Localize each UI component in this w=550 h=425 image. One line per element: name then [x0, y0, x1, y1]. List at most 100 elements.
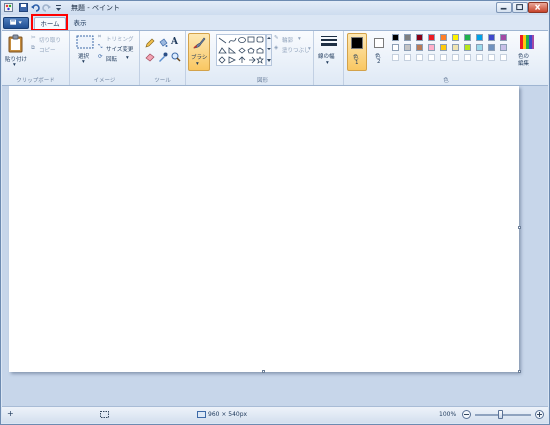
palette-color-swatch[interactable]: [476, 44, 483, 51]
color2-button[interactable]: 色 2: [371, 33, 389, 71]
magnifier-icon[interactable]: [171, 52, 181, 62]
outline-button[interactable]: ✎ 輪郭 ▾: [274, 35, 312, 44]
edit-colors-button[interactable]: 色の 編集: [514, 33, 542, 75]
palette-color-swatch[interactable]: [416, 34, 423, 41]
save-icon[interactable]: [19, 3, 28, 12]
zoom-out-icon[interactable]: [462, 410, 471, 419]
colors-group: 色 1 色 2 色の 編集 色: [344, 31, 548, 85]
brush-dropdown-arrow: ▾: [196, 61, 199, 67]
canvas-workspace[interactable]: [2, 86, 548, 406]
palette-empty-swatch[interactable]: [440, 54, 447, 61]
palette-color-swatch[interactable]: [440, 34, 447, 41]
paint-window: 無題 - ペイント ホーム 表示 貼り付け ▾ ✂ 切り取り ⧉ コピー クリッ…: [0, 0, 550, 425]
tab-view[interactable]: 表示: [69, 17, 91, 30]
shapes-group: ✎ 輪郭 ▾ ◈ 塗りつぶし ▾ 図形: [212, 31, 314, 85]
crop-button[interactable]: ⌗ トリミング: [98, 34, 140, 43]
paint-app-icon: [4, 3, 13, 12]
palette-color-swatch[interactable]: [440, 44, 447, 51]
zoom-slider-track[interactable]: [475, 414, 531, 416]
rotate-dropdown-arrow[interactable]: ▾: [126, 55, 129, 61]
close-button[interactable]: [528, 2, 548, 13]
palette-empty-swatch[interactable]: [392, 54, 399, 61]
status-bar: + 960 × 540px 100%: [2, 406, 548, 423]
palette-color-swatch[interactable]: [404, 44, 411, 51]
shapes-gallery-scroll[interactable]: [266, 34, 272, 66]
palette-color-swatch[interactable]: [488, 44, 495, 51]
undo-icon[interactable]: [31, 3, 40, 12]
drawing-canvas[interactable]: [9, 86, 519, 372]
cut-button[interactable]: ✂ 切り取り: [31, 35, 69, 44]
image-dimensions: 960 × 540px: [208, 411, 248, 418]
maximize-icon: [516, 4, 523, 11]
palette-empty-swatch[interactable]: [488, 54, 495, 61]
size-button[interactable]: 線の幅 ▾: [316, 33, 342, 71]
maximize-button[interactable]: [512, 2, 528, 13]
palette-color-swatch[interactable]: [464, 44, 471, 51]
color1-button[interactable]: 色 1: [347, 33, 367, 71]
palette-color-swatch[interactable]: [476, 34, 483, 41]
outline-icon: ✎: [274, 35, 279, 41]
brush-icon: [193, 37, 206, 49]
scissors-icon: ✂: [31, 35, 36, 41]
shapes-gallery[interactable]: [216, 34, 266, 66]
palette-empty-swatch[interactable]: [452, 54, 459, 61]
color2-number: 2: [377, 59, 381, 65]
palette-color-swatch[interactable]: [404, 34, 411, 41]
copy-button[interactable]: ⧉ コピー: [31, 45, 69, 54]
crop-icon: ⌗: [98, 34, 102, 40]
redo-icon[interactable]: [42, 3, 51, 12]
resize-button[interactable]: ⤡ サイズ変更: [98, 44, 140, 53]
line-width-icon: [321, 36, 337, 46]
resize-handle-right[interactable]: [518, 226, 521, 229]
palette-color-swatch[interactable]: [500, 44, 507, 51]
size-group: 線の幅 ▾: [314, 31, 344, 85]
copy-label: コピー: [39, 48, 56, 54]
eraser-icon[interactable]: [145, 52, 155, 62]
color-picker-icon[interactable]: [158, 52, 168, 62]
shapes-gallery-icons: [218, 36, 264, 64]
palette-empty-swatch[interactable]: [464, 54, 471, 61]
palette-empty-swatch[interactable]: [404, 54, 411, 61]
edit-colors-label-line2: 編集: [518, 61, 530, 67]
paste-button[interactable]: 貼り付け ▾: [5, 33, 27, 69]
qat-customize-icon[interactable]: [54, 3, 63, 12]
zoom-in-icon[interactable]: [535, 410, 544, 419]
resize-handle-corner[interactable]: [518, 370, 521, 373]
fill-icon: ◈: [274, 45, 279, 51]
palette-color-swatch[interactable]: [392, 44, 399, 51]
palette-color-swatch[interactable]: [428, 44, 435, 51]
palette-color-swatch[interactable]: [416, 44, 423, 51]
palette-color-swatch[interactable]: [452, 34, 459, 41]
palette-color-swatch[interactable]: [464, 34, 471, 41]
color-palette: [392, 34, 520, 74]
ribbon-tab-row: ホーム 表示: [1, 15, 549, 30]
application-menu-button[interactable]: [3, 17, 29, 29]
palette-color-swatch[interactable]: [452, 44, 459, 51]
fill-button[interactable]: ◈ 塗りつぶし ▾: [274, 45, 314, 54]
copy-icon: ⧉: [31, 45, 35, 51]
image-group-label: イメージ: [93, 78, 116, 84]
image-group: 選択 ▾ ⌗ トリミング ⤡ サイズ変更 ⟳ 回転 ▾ イメージ: [70, 31, 140, 85]
text-tool-icon[interactable]: A: [171, 37, 178, 47]
palette-color-swatch[interactable]: [392, 34, 399, 41]
select-dropdown-arrow[interactable]: ▾: [82, 59, 85, 65]
rotate-button[interactable]: ⟳ 回転 ▾: [98, 54, 140, 63]
palette-empty-swatch[interactable]: [416, 54, 423, 61]
close-icon: [535, 4, 541, 10]
palette-color-swatch[interactable]: [428, 34, 435, 41]
palette-empty-swatch[interactable]: [428, 54, 435, 61]
edit-colors-icon: [520, 35, 534, 49]
palette-empty-swatch[interactable]: [500, 54, 507, 61]
palette-color-swatch[interactable]: [488, 34, 495, 41]
zoom-slider-thumb[interactable]: [498, 410, 503, 419]
brushes-button[interactable]: ブラシ ▾: [188, 33, 210, 71]
palette-empty-swatch[interactable]: [476, 54, 483, 61]
palette-color-swatch[interactable]: [500, 34, 507, 41]
fill-bucket-icon[interactable]: [158, 38, 168, 48]
resize-handle-bottom[interactable]: [262, 370, 265, 373]
minimize-button[interactable]: [496, 2, 512, 13]
select-button[interactable]: 選択 ▾: [74, 35, 96, 69]
paste-dropdown-arrow[interactable]: ▾: [13, 62, 16, 68]
select-icon: [76, 35, 94, 49]
pencil-icon[interactable]: [145, 38, 155, 48]
